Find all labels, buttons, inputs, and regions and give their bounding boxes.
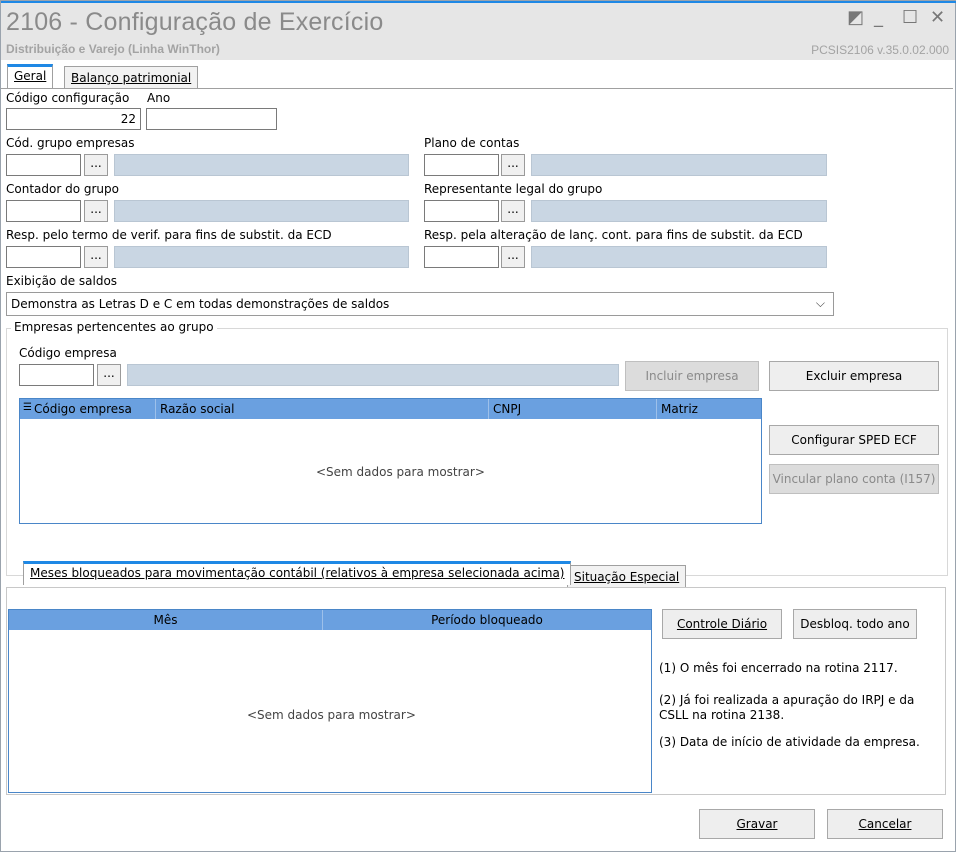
configurar-sped-ecf-button[interactable]: Configurar SPED ECF — [769, 425, 939, 455]
meses-empty-message: <Sem dados para mostrar> — [247, 708, 416, 722]
contador-do-grupo-field[interactable] — [6, 200, 81, 222]
empresas-group-title: Empresas pertencentes ao grupo — [11, 320, 217, 334]
plano-de-contas-field[interactable] — [424, 154, 499, 176]
cancelar-button[interactable]: Cancelar — [827, 809, 943, 839]
column-header-periodo-bloqueado[interactable]: Período bloqueado — [323, 610, 651, 630]
empresas-grid[interactable]: Código empresa ☰ Razão social CNPJ Matri… — [19, 398, 762, 524]
note-1: (1) O mês foi encerrado na rotina 2117. — [659, 661, 898, 675]
column-chooser-icon[interactable]: ☰ — [23, 402, 32, 413]
window-subtitle: Distribuição e Varejo (Linha WinThor) — [6, 42, 220, 56]
tab-meses-label: Meses bloqueados para movimentação contá… — [30, 566, 565, 580]
resp-alteracao-field[interactable] — [424, 246, 499, 268]
ano-field[interactable] — [146, 108, 277, 130]
tab-geral[interactable]: Geral — [7, 64, 54, 88]
resp-alteracao-lookup-button[interactable]: ... — [501, 246, 525, 268]
empresas-empty-message: <Sem dados para mostrar> — [316, 465, 485, 479]
desbloq-todo-ano-button[interactable]: Desbloq. todo ano — [793, 609, 917, 639]
representante-legal-field[interactable] — [424, 200, 499, 222]
contador-do-grupo-lookup-button[interactable]: ... — [84, 200, 108, 222]
gravar-label: Gravar — [736, 817, 778, 831]
meses-grid-header: Mês Período bloqueado — [9, 610, 651, 630]
tab-meses-bloqueados[interactable]: Meses bloqueados para movimentação contá… — [23, 561, 572, 585]
column-header-mes[interactable]: Mês — [9, 610, 323, 630]
controle-diario-label: Controle Diário — [676, 617, 768, 631]
codigo-empresa-field[interactable] — [19, 364, 94, 386]
meses-grid[interactable]: Mês Período bloqueado <Sem dados para mo… — [8, 609, 652, 793]
cod-grupo-empresas-lookup-button[interactable]: ... — [84, 154, 108, 176]
codigo-empresa-label: Código empresa — [19, 346, 117, 360]
desbloq-label: Desbloq. todo ano — [800, 617, 910, 631]
codigo-configuracao-label: Código configuração — [6, 91, 130, 105]
vincular-plano-label: Vincular plano conta (I157) — [772, 472, 936, 486]
close-icon[interactable]: ✕ — [930, 9, 945, 27]
codigo-configuracao-field[interactable]: 22 — [6, 108, 141, 130]
maximize-icon[interactable]: ☐ — [902, 9, 918, 27]
tab-geral-panel: Código configuração Ano 22 Cód. grupo em… — [1, 88, 953, 851]
column-header-razao-social[interactable]: Razão social — [156, 399, 489, 419]
column-header-matriz[interactable]: Matriz — [657, 399, 761, 419]
tab-situacao-especial[interactable]: Situação Especial — [567, 565, 687, 587]
cod-grupo-empresas-field[interactable] — [6, 154, 81, 176]
resp-termo-field[interactable] — [6, 246, 81, 268]
controle-diario-button[interactable]: Controle Diário — [662, 609, 782, 639]
contador-do-grupo-label: Contador do grupo — [6, 182, 119, 196]
cancelar-label: Cancelar — [858, 817, 912, 831]
tab-geral-label: Geral — [14, 69, 47, 83]
version-label: PCSIS2106 v.35.0.02.000 — [811, 43, 949, 57]
exibicao-saldos-value: Demonstra as Letras D e C em todas demon… — [11, 297, 390, 311]
exibicao-saldos-label: Exibição de saldos — [6, 274, 118, 288]
resp-termo-description — [114, 246, 409, 268]
configurar-sped-label: Configurar SPED ECF — [791, 433, 917, 447]
column-header-cnpj[interactable]: CNPJ — [489, 399, 657, 419]
chevron-down-icon: ⌵ — [815, 296, 825, 310]
resp-termo-label: Resp. pelo termo de verif. para fins de … — [6, 228, 332, 242]
empresas-grid-header: Código empresa ☰ Razão social CNPJ Matri… — [20, 399, 761, 419]
main-content: Geral Balanço patrimonial Código configu… — [1, 60, 955, 851]
title-bar: 2106 - Configuração de Exercício Distrib… — [1, 3, 955, 60]
window-title: 2106 - Configuração de Exercício — [6, 8, 384, 36]
incluir-empresa-button[interactable]: Incluir empresa — [625, 361, 759, 391]
vincular-plano-conta-button[interactable]: Vincular plano conta (I157) — [769, 464, 939, 494]
tab-balanco-label: Balanço patrimonial — [71, 71, 192, 85]
excluir-empresa-label: Excluir empresa — [805, 369, 903, 383]
resp-alteracao-label: Resp. pela alteração de lanç. cont. para… — [424, 228, 803, 242]
gravar-button[interactable]: Gravar — [699, 809, 815, 839]
cod-grupo-empresas-label: Cód. grupo empresas — [6, 136, 135, 150]
app-window: 2106 - Configuração de Exercício Distrib… — [0, 0, 956, 852]
codigo-empresa-lookup-button[interactable]: ... — [97, 364, 121, 386]
contador-do-grupo-description — [114, 200, 409, 222]
restore-icon[interactable]: ◩ — [847, 9, 864, 27]
representante-legal-description — [531, 200, 827, 222]
ano-label: Ano — [147, 91, 171, 105]
plano-de-contas-lookup-button[interactable]: ... — [501, 154, 525, 176]
excluir-empresa-button[interactable]: Excluir empresa — [769, 361, 939, 391]
representante-legal-lookup-button[interactable]: ... — [501, 200, 525, 222]
exibicao-saldos-select[interactable]: Demonstra as Letras D e C em todas demon… — [6, 292, 834, 316]
note-3: (3) Data de início de atividade da empre… — [659, 735, 920, 749]
minimize-icon[interactable]: _ — [874, 9, 883, 27]
note-2: (2) Já foi realizada a apuração do IRPJ … — [659, 693, 915, 722]
tab-situacao-label: Situação Especial — [574, 570, 680, 584]
plano-de-contas-description — [531, 154, 827, 176]
representante-legal-label: Representante legal do grupo — [424, 182, 603, 196]
codigo-empresa-description — [127, 364, 619, 386]
resp-alteracao-description — [531, 246, 827, 268]
incluir-empresa-label: Incluir empresa — [645, 369, 739, 383]
resp-termo-lookup-button[interactable]: ... — [84, 246, 108, 268]
column-header-codigo-empresa[interactable]: Código empresa — [20, 399, 156, 419]
plano-de-contas-label: Plano de contas — [424, 136, 520, 150]
tab-balanco-patrimonial[interactable]: Balanço patrimonial — [64, 66, 199, 88]
cod-grupo-empresas-description — [114, 154, 409, 176]
